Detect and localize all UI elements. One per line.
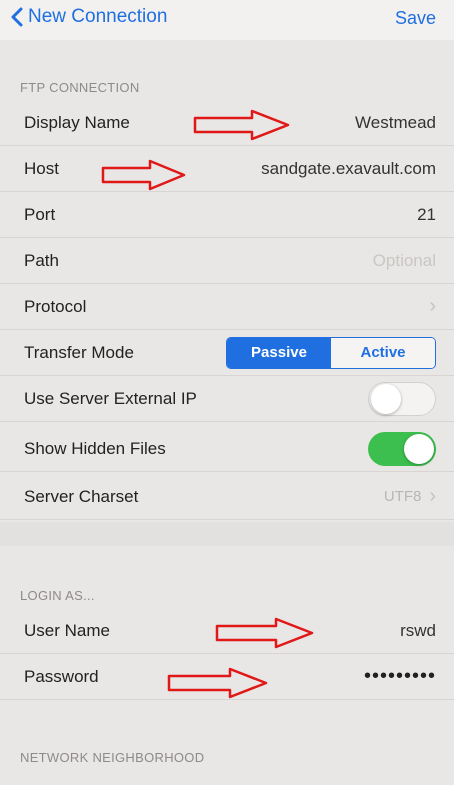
chevron-right-icon: › (429, 485, 436, 507)
section-gap (0, 522, 454, 546)
show-hidden-files-label: Show Hidden Files (24, 438, 166, 458)
server-charset-label: Server Charset (24, 486, 139, 506)
port-label: Port (24, 204, 56, 224)
host-row[interactable]: Host sandgate.exavault.com (0, 146, 454, 192)
host-label: Host (24, 158, 59, 178)
use-server-external-ip-label: Use Server External IP (24, 388, 197, 408)
save-button[interactable]: Save (395, 8, 436, 29)
display-name-value[interactable]: Westmead (355, 113, 436, 133)
host-value[interactable]: sandgate.exavault.com (261, 159, 436, 179)
chevron-right-icon: › (429, 295, 436, 317)
use-server-external-ip-row: Use Server External IP (0, 376, 454, 422)
segment-passive[interactable]: Passive (227, 337, 331, 368)
display-name-label: Display Name (24, 112, 130, 132)
port-value[interactable]: 21 (417, 205, 436, 225)
server-charset-row[interactable]: Server Charset UTF8 › (0, 474, 454, 520)
back-button[interactable]: New Connection (10, 6, 167, 28)
protocol-row[interactable]: Protocol › (0, 284, 454, 330)
toggle-knob (371, 383, 401, 414)
segment-active[interactable]: Active (331, 337, 435, 368)
port-row[interactable]: Port 21 (0, 192, 454, 238)
user-name-value[interactable]: rswd (400, 621, 436, 641)
user-name-label: User Name (24, 620, 110, 640)
arrow-right-icon (193, 109, 290, 141)
server-charset-value: UTF8 (383, 488, 422, 505)
arrow-right-icon (167, 667, 268, 699)
show-hidden-files-row: Show Hidden Files (0, 426, 454, 472)
show-hidden-files-toggle[interactable] (368, 431, 436, 466)
transfer-mode-label: Transfer Mode (24, 342, 134, 362)
password-field[interactable]: ••••••••• (364, 665, 436, 688)
path-row[interactable]: Path Optional (0, 238, 454, 284)
ftp-section-header: FTP CONNECTION (20, 80, 140, 95)
path-input[interactable]: Optional (373, 251, 436, 271)
network-section-header: NETWORK NEIGHBORHOOD (20, 750, 205, 765)
protocol-label: Protocol (24, 296, 87, 316)
transfer-mode-segmented-control: Passive Active (226, 336, 436, 369)
transfer-mode-row: Transfer Mode Passive Active (0, 330, 454, 376)
path-label: Path (24, 250, 59, 270)
password-label: Password (24, 666, 99, 686)
toggle-knob (404, 433, 434, 464)
login-section-header: LOGIN AS... (20, 588, 95, 603)
use-server-external-ip-toggle[interactable] (368, 381, 436, 416)
arrow-right-icon (215, 617, 314, 649)
chevron-left-icon (11, 7, 23, 27)
arrow-right-icon (101, 159, 186, 191)
navigation-bar: New Connection Save (0, 0, 454, 40)
back-label: New Connection (28, 6, 168, 27)
